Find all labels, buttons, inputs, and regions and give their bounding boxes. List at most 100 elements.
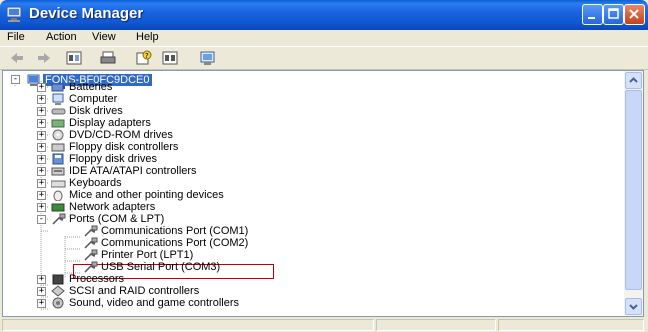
- menu-help[interactable]: Help: [136, 31, 159, 43]
- toolbar: ?: [0, 46, 648, 70]
- tree-label-disk-drives[interactable]: Disk drives: [69, 105, 123, 117]
- menu-bar: File Action View Help: [0, 30, 648, 46]
- tree-label-keyboards[interactable]: Keyboards: [69, 177, 122, 189]
- tree-label-dvd-cd-rom-drives[interactable]: DVD/CD-ROM drives: [69, 129, 173, 141]
- menu-action[interactable]: Action: [46, 31, 77, 43]
- tree-category-item[interactable]: - Ports (COM & LPT): [3, 213, 603, 225]
- expand-icon[interactable]: +: [37, 155, 46, 164]
- expand-icon[interactable]: +: [37, 203, 46, 212]
- tree-child-item[interactable]: Printer Port (LPT1): [3, 249, 603, 261]
- status-cell-2: [376, 319, 496, 331]
- tree-category-item[interactable]: + Floppy disk drives: [3, 153, 603, 165]
- tree-label-printer-port-lpt1[interactable]: Printer Port (LPT1): [101, 249, 193, 261]
- tree-category-item[interactable]: + Disk drives: [3, 105, 603, 117]
- tree-category-item[interactable]: + DVD/CD-ROM drives: [3, 129, 603, 141]
- port-icon: [51, 213, 66, 225]
- show-hide-tree-icon[interactable]: [66, 50, 82, 66]
- expand-icon[interactable]: +: [37, 95, 46, 104]
- sound-icon: [51, 297, 66, 309]
- maximize-button[interactable]: [603, 4, 624, 25]
- tree-category-item[interactable]: + Display adapters: [3, 117, 603, 129]
- minimize-button[interactable]: [582, 4, 603, 25]
- title-bar[interactable]: Device Manager: [0, 0, 648, 30]
- close-button[interactable]: [624, 4, 645, 25]
- tree-label-scsi-and-raid-controllers[interactable]: SCSI and RAID controllers: [69, 285, 199, 297]
- expand-icon[interactable]: +: [37, 107, 46, 116]
- port-icon: [83, 261, 98, 273]
- tree-label-batteries[interactable]: Batteries: [69, 81, 112, 93]
- menu-file[interactable]: File: [7, 31, 25, 43]
- collapse-icon[interactable]: -: [37, 215, 46, 224]
- tree-label-network-adapters[interactable]: Network adapters: [69, 201, 155, 213]
- expand-icon[interactable]: +: [37, 179, 46, 188]
- expand-icon[interactable]: +: [37, 287, 46, 296]
- help-icon[interactable]: ?: [136, 50, 152, 66]
- expand-icon[interactable]: +: [37, 275, 46, 284]
- tree-label-computer[interactable]: Computer: [69, 93, 117, 105]
- status-cell-3: [498, 319, 644, 331]
- chevron-down-icon: [629, 304, 638, 310]
- expand-icon[interactable]: +: [37, 191, 46, 200]
- expand-icon[interactable]: +: [37, 83, 46, 92]
- disk-drive-icon: [51, 105, 66, 117]
- tree-label-floppy-disk-drives[interactable]: Floppy disk drives: [69, 153, 157, 165]
- device-manager-window: Device Manager File Action View Help ? -…: [0, 0, 648, 332]
- tree-label-usb-serial-port-com3[interactable]: USB Serial Port (COM3): [101, 261, 220, 273]
- computer-icon: [51, 93, 66, 105]
- scan-hardware-icon[interactable]: [200, 50, 216, 66]
- tree-label-ports-com-lpt[interactable]: Ports (COM & LPT): [69, 213, 164, 225]
- scsi-controller-icon: [51, 285, 66, 297]
- tree-child-item[interactable]: USB Serial Port (COM3): [3, 261, 603, 273]
- tree-label-communications-port-com1[interactable]: Communications Port (COM1): [101, 225, 248, 237]
- battery-icon: [51, 81, 66, 93]
- tree-category-item[interactable]: + Network adapters: [3, 201, 603, 213]
- tree-label-ide-ata-atapi-controllers[interactable]: IDE ATA/ATAPI controllers: [69, 165, 197, 177]
- tree-label-communications-port-com2[interactable]: Communications Port (COM2): [101, 237, 248, 249]
- tree-label-mice-and-other-pointing-devices[interactable]: Mice and other pointing devices: [69, 189, 224, 201]
- port-icon: [83, 225, 98, 237]
- tree-child-item[interactable]: Communications Port (COM2): [3, 237, 603, 249]
- expand-icon[interactable]: +: [37, 131, 46, 140]
- scroll-down-button[interactable]: [625, 298, 642, 315]
- tree-category-item[interactable]: + IDE ATA/ATAPI controllers: [3, 165, 603, 177]
- ide-controller-icon: [51, 165, 66, 177]
- floppy-drive-icon: [51, 153, 66, 165]
- device-manager-icon: [6, 6, 22, 22]
- vertical-scrollbar[interactable]: [624, 71, 643, 316]
- processor-icon: [51, 273, 66, 285]
- tree-child-item[interactable]: Communications Port (COM1): [3, 225, 603, 237]
- status-bar: [0, 317, 648, 332]
- scrollbar-thumb[interactable]: [625, 90, 642, 290]
- tree-category-item[interactable]: + Batteries: [3, 81, 603, 93]
- back-arrow-icon[interactable]: [9, 50, 25, 66]
- close-icon: [629, 9, 639, 19]
- properties-icon[interactable]: [162, 50, 178, 66]
- chevron-up-icon: [629, 77, 638, 83]
- expand-icon[interactable]: +: [37, 143, 46, 152]
- forward-arrow-icon[interactable]: [36, 50, 52, 66]
- port-icon: [83, 249, 98, 261]
- expand-icon[interactable]: +: [37, 299, 46, 308]
- tree-category-item[interactable]: + Computer: [3, 93, 603, 105]
- expand-icon[interactable]: +: [37, 167, 46, 176]
- tree-label-processors[interactable]: Processors: [69, 273, 124, 285]
- tree-category-item[interactable]: + Sound, video and game controllers: [3, 297, 603, 309]
- tree-category-item[interactable]: + Floppy disk controllers: [3, 141, 603, 153]
- tree-category-item[interactable]: + Keyboards: [3, 177, 603, 189]
- menu-view[interactable]: View: [92, 31, 116, 43]
- tree-category-item[interactable]: + Processors: [3, 273, 603, 285]
- status-cell-main: [2, 319, 374, 331]
- expand-icon[interactable]: +: [37, 119, 46, 128]
- tree-label-floppy-disk-controllers[interactable]: Floppy disk controllers: [69, 141, 178, 153]
- tree-label-display-adapters[interactable]: Display adapters: [69, 117, 151, 129]
- svg-text:?: ?: [145, 52, 149, 60]
- tree-label-sound-video-and-game-controllers[interactable]: Sound, video and game controllers: [69, 297, 239, 309]
- tree-category-item[interactable]: + Mice and other pointing devices: [3, 189, 603, 202]
- tree-category-item[interactable]: + SCSI and RAID controllers: [3, 285, 603, 297]
- window-title: Device Manager: [29, 5, 144, 22]
- print-icon[interactable]: [100, 50, 116, 66]
- display-adapter-icon: [51, 117, 66, 129]
- device-tree-pane: - FONS-BF0FC9DCE0 + Batteries + Computer + Disk…: [2, 70, 644, 317]
- floppy-controller-icon: [51, 141, 66, 153]
- scroll-up-button[interactable]: [625, 72, 642, 89]
